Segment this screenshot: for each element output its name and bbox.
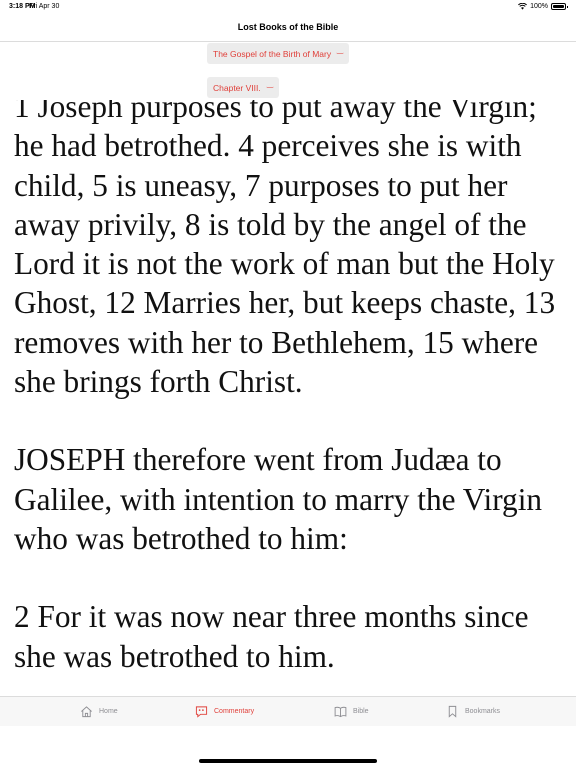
tab-bookmarks-label: Bookmarks bbox=[465, 708, 501, 715]
reader-scroll-view[interactable]: 1 Joseph purposes to put away the Virgin… bbox=[0, 100, 576, 690]
chapter-selector-label: Chapter VIII. bbox=[213, 82, 261, 93]
tab-home[interactable]: Home bbox=[80, 705, 118, 718]
navigation-bar: Lost Books of the Bible bbox=[0, 14, 576, 42]
tab-home-label: Home bbox=[99, 708, 118, 715]
book-icon bbox=[334, 706, 347, 718]
chapter-selector[interactable]: Chapter VIII. ⌣ bbox=[207, 77, 279, 98]
battery-fill bbox=[553, 5, 564, 8]
chevron-down-icon: ⌣ bbox=[335, 48, 345, 58]
tab-bookmarks[interactable]: Bookmarks bbox=[446, 705, 500, 718]
tab-commentary-label: Commentary bbox=[214, 708, 255, 715]
home-icon bbox=[81, 706, 92, 718]
tab-bible-label: Bible bbox=[353, 708, 369, 715]
status-bar: 3:18 PM Fri Apr 30 100% bbox=[0, 0, 576, 14]
reader-content: 1 Joseph purposes to put away the Virgin… bbox=[14, 100, 559, 690]
verse-paragraph: JOSEPH therefore went from Judæa to Gali… bbox=[14, 442, 543, 556]
status-right: 100% bbox=[518, 3, 568, 10]
chevron-down-icon: ⌣ bbox=[265, 82, 274, 92]
battery-percent: 100% bbox=[530, 3, 548, 10]
battery-icon bbox=[551, 3, 568, 10]
wifi-icon bbox=[518, 3, 528, 10]
tab-bible[interactable]: Bible bbox=[334, 705, 369, 718]
bookmark-icon bbox=[448, 705, 457, 718]
status-date: Fri Apr 30 bbox=[29, 3, 60, 10]
verse-paragraph: 2 For it was now near three months since… bbox=[14, 599, 529, 674]
tab-bar: Home Commentary Bible Bookmarks bbox=[0, 696, 576, 726]
commentary-icon bbox=[195, 706, 208, 718]
book-selector-label: The Gospel of the Birth of Mary bbox=[213, 48, 332, 59]
book-selector[interactable]: The Gospel of the Birth of Mary ⌣ bbox=[207, 43, 350, 64]
page-title: Lost Books of the Bible bbox=[237, 22, 339, 32]
verse-paragraph: 1 Joseph purposes to put away the Virgin… bbox=[14, 100, 556, 400]
home-indicator[interactable] bbox=[199, 759, 377, 763]
tab-commentary[interactable]: Commentary bbox=[195, 705, 254, 718]
